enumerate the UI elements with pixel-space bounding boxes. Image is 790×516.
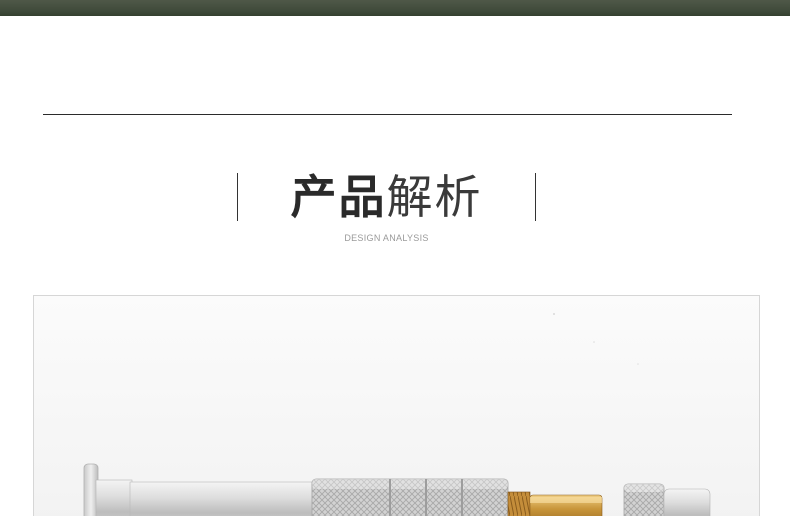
section-subtitle: DESIGN ANALYSIS [344,233,429,243]
end-cap [83,463,133,516]
screwdriver-product-photo [83,313,711,516]
section-divider [43,114,732,115]
title-right-bar [535,173,536,221]
knurled-cap [623,483,711,516]
section-title: 产品解析 [238,166,535,228]
product-photo [33,295,760,516]
product-analysis-page: 产品解析 DESIGN ANALYSIS [0,0,790,516]
section-title-light: 解析 [386,170,483,224]
smooth-shaft [129,481,313,516]
knurled-grip [311,478,509,516]
section-title-bold: 产品 [290,170,387,224]
brass-collet [507,491,603,516]
top-decorative-band [0,0,790,16]
